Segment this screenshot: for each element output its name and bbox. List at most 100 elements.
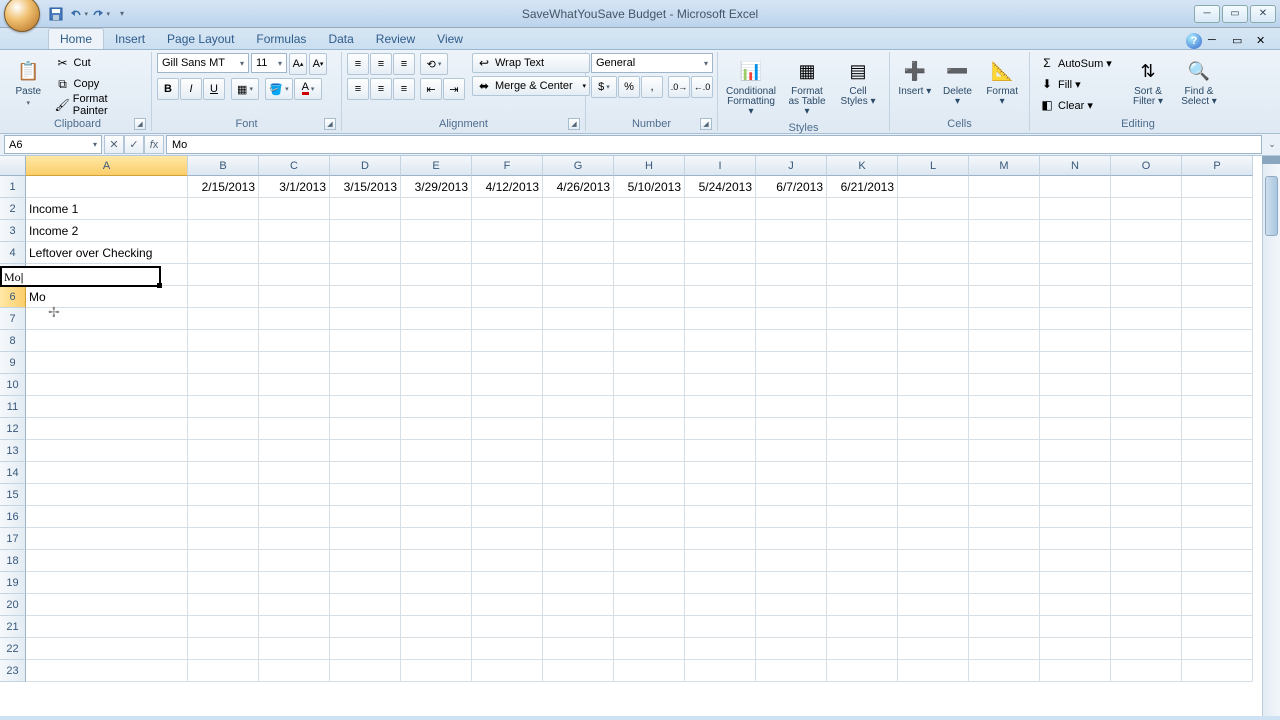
cell[interactable] <box>898 506 969 528</box>
fill-color-button[interactable]: 🪣 <box>265 78 293 100</box>
row-header[interactable]: 2 <box>0 198 26 220</box>
alignment-launcher[interactable]: ◢ <box>568 118 580 130</box>
cell[interactable] <box>827 572 898 594</box>
cell[interactable] <box>472 462 543 484</box>
cell[interactable] <box>756 638 827 660</box>
underline-button[interactable]: U <box>203 78 225 100</box>
cell[interactable] <box>472 352 543 374</box>
cell[interactable] <box>26 506 188 528</box>
row-header[interactable]: 21 <box>0 616 26 638</box>
cell[interactable] <box>969 484 1040 506</box>
cell[interactable] <box>685 550 756 572</box>
cell[interactable] <box>614 374 685 396</box>
tab-data[interactable]: Data <box>317 29 364 49</box>
cell[interactable] <box>756 352 827 374</box>
cell[interactable] <box>756 484 827 506</box>
cell[interactable] <box>969 616 1040 638</box>
cell[interactable] <box>756 374 827 396</box>
cell[interactable] <box>1182 352 1253 374</box>
grow-font-button[interactable]: A▴ <box>289 53 307 75</box>
cell[interactable] <box>26 352 188 374</box>
accounting-format-button[interactable]: $ <box>591 76 617 98</box>
cell[interactable] <box>685 440 756 462</box>
cell[interactable] <box>685 396 756 418</box>
cell[interactable] <box>472 198 543 220</box>
cell[interactable] <box>685 616 756 638</box>
cell[interactable] <box>188 550 259 572</box>
cell[interactable] <box>969 352 1040 374</box>
cell[interactable] <box>1111 550 1182 572</box>
cell[interactable] <box>1111 616 1182 638</box>
cell[interactable] <box>543 374 614 396</box>
cell[interactable] <box>1182 374 1253 396</box>
cell[interactable] <box>259 330 330 352</box>
cell[interactable] <box>330 220 401 242</box>
cell[interactable] <box>756 330 827 352</box>
cell[interactable] <box>188 198 259 220</box>
clear-button[interactable]: ◧Clear ▾ <box>1035 95 1121 115</box>
cell[interactable] <box>543 462 614 484</box>
cell[interactable] <box>401 594 472 616</box>
cell[interactable] <box>1111 484 1182 506</box>
cell[interactable] <box>1040 638 1111 660</box>
row-header[interactable]: 11 <box>0 396 26 418</box>
cell[interactable] <box>898 528 969 550</box>
cell[interactable] <box>330 440 401 462</box>
row-header[interactable]: 23 <box>0 660 26 682</box>
row-header[interactable]: 13 <box>0 440 26 462</box>
cell[interactable] <box>1182 506 1253 528</box>
cell[interactable]: Leftover over Checking <box>26 242 188 264</box>
row-header[interactable]: 19 <box>0 572 26 594</box>
cell[interactable] <box>1040 660 1111 682</box>
cell[interactable] <box>1040 242 1111 264</box>
cell[interactable] <box>827 242 898 264</box>
cell[interactable] <box>401 396 472 418</box>
cell[interactable] <box>898 176 969 198</box>
cell[interactable] <box>26 484 188 506</box>
cell[interactable] <box>401 440 472 462</box>
row-header[interactable]: 17 <box>0 528 26 550</box>
cell[interactable] <box>188 594 259 616</box>
align-bottom-button[interactable]: ≡ <box>393 53 415 75</box>
cell[interactable] <box>1111 396 1182 418</box>
cell[interactable] <box>26 396 188 418</box>
cell[interactable] <box>898 330 969 352</box>
cell[interactable] <box>756 308 827 330</box>
cell[interactable] <box>827 528 898 550</box>
row-header[interactable]: 9 <box>0 352 26 374</box>
cell[interactable] <box>685 198 756 220</box>
cell[interactable] <box>330 550 401 572</box>
cell[interactable] <box>1040 396 1111 418</box>
row-header[interactable]: 1 <box>0 176 26 198</box>
tab-view[interactable]: View <box>426 29 474 49</box>
cell[interactable] <box>685 242 756 264</box>
cell[interactable] <box>898 440 969 462</box>
row-header[interactable]: 8 <box>0 330 26 352</box>
fill-button[interactable]: ⬇Fill ▾ <box>1035 74 1121 94</box>
comma-format-button[interactable]: , <box>641 76 663 98</box>
cell[interactable] <box>188 440 259 462</box>
cell[interactable] <box>756 528 827 550</box>
row-header[interactable]: 10 <box>0 374 26 396</box>
cell[interactable] <box>472 396 543 418</box>
cell[interactable] <box>1182 176 1253 198</box>
column-header[interactable]: J <box>756 156 827 176</box>
tab-insert[interactable]: Insert <box>104 29 156 49</box>
find-select-button[interactable]: 🔍Find & Select ▾ <box>1175 53 1223 111</box>
cell[interactable] <box>188 242 259 264</box>
cell[interactable] <box>1182 396 1253 418</box>
align-right-button[interactable]: ≡ <box>393 78 415 100</box>
cell[interactable] <box>685 352 756 374</box>
enter-entry-button[interactable]: ✓ <box>124 135 144 154</box>
clipboard-launcher[interactable]: ◢ <box>134 118 146 130</box>
cell[interactable] <box>898 286 969 308</box>
delete-cells-button[interactable]: ➖Delete ▾ <box>938 53 978 111</box>
cell[interactable] <box>26 176 188 198</box>
cell[interactable] <box>685 374 756 396</box>
cell[interactable] <box>1111 176 1182 198</box>
cell[interactable]: 5/24/2013 <box>685 176 756 198</box>
cell[interactable] <box>543 198 614 220</box>
cell[interactable] <box>898 264 969 286</box>
cell[interactable] <box>756 418 827 440</box>
cell[interactable] <box>1111 462 1182 484</box>
